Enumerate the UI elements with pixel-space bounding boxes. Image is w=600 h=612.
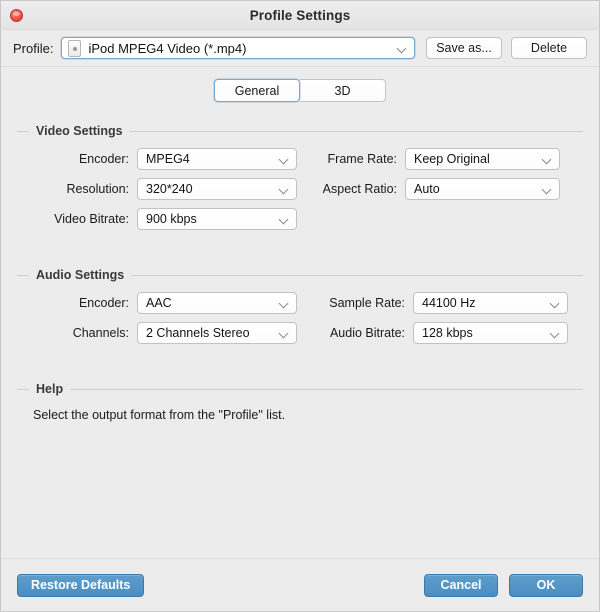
frame-rate-dropdown[interactable]: Keep Original xyxy=(405,148,560,170)
chevron-down-icon xyxy=(542,186,553,193)
tab-bar: General 3D xyxy=(1,67,599,102)
group-rule xyxy=(17,274,29,276)
aspect-ratio-dropdown[interactable]: Auto xyxy=(405,178,560,200)
group-rule xyxy=(17,388,29,390)
resolution-dropdown[interactable]: 320*240 xyxy=(137,178,297,200)
video-settings-title: Video Settings xyxy=(36,124,123,138)
video-settings-group: Video Settings Encoder: MPEG4 Frame Rate… xyxy=(17,124,583,230)
profile-toolbar: Profile: iPod MPEG4 Video (*.mp4) Save a… xyxy=(1,30,599,67)
help-group: Help Select the output format from the "… xyxy=(17,382,583,422)
chevron-down-icon xyxy=(550,300,561,307)
tab-3d[interactable]: 3D xyxy=(300,79,386,102)
restore-defaults-button[interactable]: Restore Defaults xyxy=(17,573,145,597)
frame-rate-value: Keep Original xyxy=(414,152,490,166)
aspect-ratio-value: Auto xyxy=(414,182,440,196)
chevron-down-icon xyxy=(550,330,561,337)
profile-settings-window: Profile Settings Profile: iPod MPEG4 Vid… xyxy=(0,0,600,612)
video-encoder-value: MPEG4 xyxy=(146,152,190,166)
video-settings-header: Video Settings xyxy=(17,124,583,138)
chevron-down-icon xyxy=(279,186,290,193)
profile-label: Profile: xyxy=(13,40,54,56)
audio-bitrate-dropdown[interactable]: 128 kbps xyxy=(413,322,568,344)
delete-button[interactable]: Delete xyxy=(511,37,587,59)
sample-rate-dropdown[interactable]: 44100 Hz xyxy=(413,292,568,314)
channels-value: 2 Channels Stereo xyxy=(146,326,250,340)
group-rule xyxy=(17,130,29,132)
channels-dropdown[interactable]: 2 Channels Stereo xyxy=(137,322,297,344)
footer-button-bar: Restore Defaults Cancel OK xyxy=(1,558,599,611)
video-encoder-label: Encoder: xyxy=(78,152,129,166)
help-text: Select the output format from the "Profi… xyxy=(33,408,286,422)
chevron-down-icon xyxy=(279,156,290,163)
sample-rate-label: Sample Rate: xyxy=(329,296,405,310)
chevron-down-icon xyxy=(542,156,553,163)
tab-general[interactable]: General xyxy=(214,79,300,102)
form-row: Encoder: AAC Sample Rate: 44100 Hz xyxy=(17,292,583,314)
audio-encoder-label: Encoder: xyxy=(78,296,129,310)
audio-settings-title: Audio Settings xyxy=(36,268,125,282)
audio-settings-header: Audio Settings xyxy=(17,268,583,282)
form-row: Resolution: 320*240 Aspect Ratio: Auto xyxy=(17,178,583,200)
close-icon[interactable] xyxy=(10,9,23,22)
title-bar: Profile Settings xyxy=(1,1,599,30)
profile-dropdown-value: iPod MPEG4 Video (*.mp4) xyxy=(88,40,247,56)
video-bitrate-label: Video Bitrate: xyxy=(54,212,129,226)
video-bitrate-dropdown[interactable]: 900 kbps xyxy=(137,208,297,230)
cancel-button[interactable]: Cancel xyxy=(424,573,498,597)
window-title: Profile Settings xyxy=(249,7,351,23)
audio-bitrate-value: 128 kbps xyxy=(422,326,473,340)
audio-settings-group: Audio Settings Encoder: AAC Sample Rate:… xyxy=(17,268,583,344)
audio-encoder-dropdown[interactable]: AAC xyxy=(137,292,297,314)
form-row: Video Bitrate: 900 kbps xyxy=(17,208,583,230)
form-row: Encoder: MPEG4 Frame Rate: Keep Original xyxy=(17,148,583,170)
ipod-device-icon xyxy=(68,39,82,57)
audio-encoder-value: AAC xyxy=(146,296,172,310)
chevron-down-icon xyxy=(279,216,290,223)
chevron-down-icon xyxy=(279,330,290,337)
sample-rate-value: 44100 Hz xyxy=(422,296,476,310)
profile-dropdown[interactable]: iPod MPEG4 Video (*.mp4) xyxy=(61,37,415,59)
form-row: Channels: 2 Channels Stereo Audio Bitrat… xyxy=(17,322,583,344)
group-rule xyxy=(70,388,583,390)
resolution-label: Resolution: xyxy=(66,182,129,196)
resolution-value: 320*240 xyxy=(146,182,193,196)
chevron-down-icon xyxy=(397,45,408,52)
group-rule xyxy=(131,274,583,276)
help-header: Help xyxy=(17,382,583,396)
video-bitrate-value: 900 kbps xyxy=(146,212,197,226)
video-encoder-dropdown[interactable]: MPEG4 xyxy=(137,148,297,170)
audio-bitrate-label: Audio Bitrate: xyxy=(329,326,405,340)
ok-button[interactable]: OK xyxy=(509,573,583,597)
help-title: Help xyxy=(36,382,64,396)
frame-rate-label: Frame Rate: xyxy=(327,152,397,166)
group-rule xyxy=(129,130,583,132)
save-as-button[interactable]: Save as... xyxy=(426,37,502,59)
aspect-ratio-label: Aspect Ratio: xyxy=(322,182,397,196)
chevron-down-icon xyxy=(279,300,290,307)
channels-label: Channels: xyxy=(72,326,129,340)
